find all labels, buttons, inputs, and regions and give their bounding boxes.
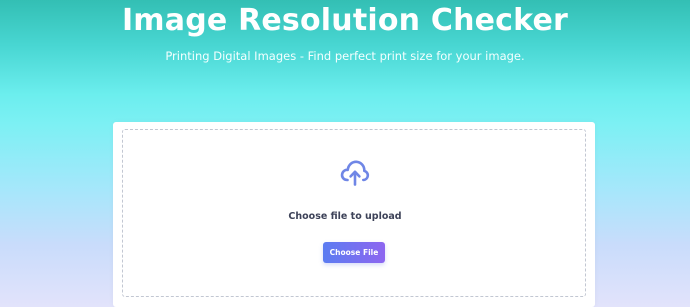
page-title: Image Resolution Checker	[121, 3, 569, 38]
cloud-upload-icon	[340, 160, 370, 186]
choose-file-button[interactable]: Choose File	[323, 242, 385, 263]
upload-prompt: Choose file to upload	[288, 211, 402, 222]
page-subtitle: Printing Digital Images - Find perfect p…	[165, 49, 525, 63]
